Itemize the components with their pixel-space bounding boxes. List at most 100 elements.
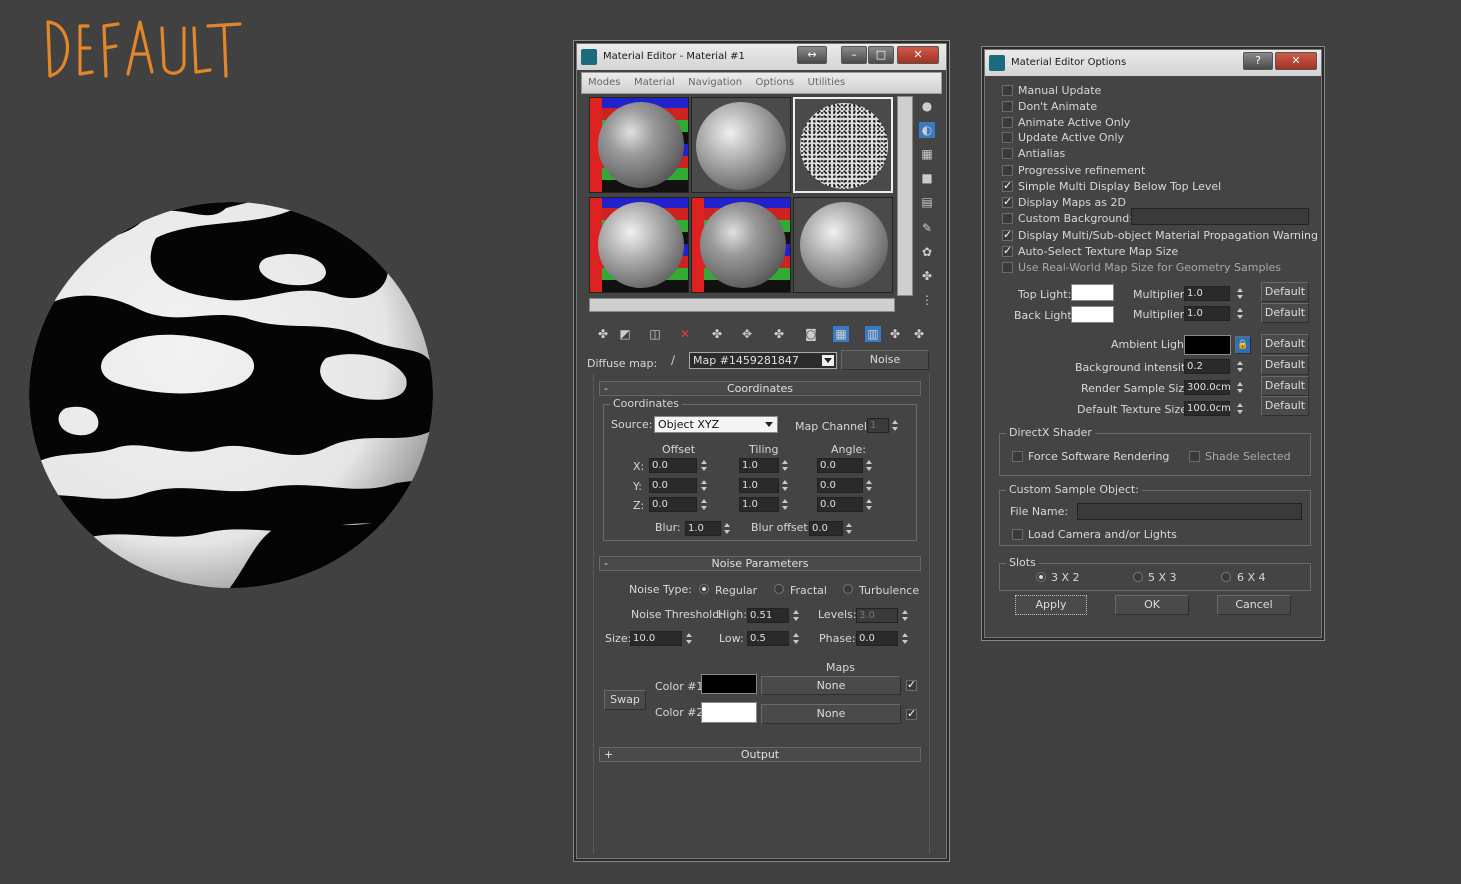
menu-options[interactable]: Options [756,77,795,88]
animate-active-only-checkbox[interactable] [1002,117,1013,128]
low-input[interactable]: 0.5 [747,631,789,646]
angle-z-spinner[interactable] [865,497,874,512]
phase-input[interactable]: 0.0 [856,631,898,646]
offset-z-spinner[interactable] [700,497,709,512]
help-button[interactable]: ? [1243,52,1273,70]
sample-slot-6[interactable] [793,197,893,293]
video-color-check-icon[interactable]: ▤ [919,194,935,210]
levels-spinner[interactable] [901,608,910,623]
reset-map-icon[interactable]: ✕ [677,326,693,342]
update-active-only-checkbox[interactable] [1002,132,1013,143]
top-multiplier-input[interactable]: 1.0 [1184,286,1230,301]
source-dropdown[interactable]: Object XYZ [654,416,778,433]
go-forward-to-sibling-icon[interactable]: ✤ [911,326,927,342]
slots-horizontal-scrollbar[interactable] [589,298,895,312]
get-material-icon[interactable]: ✤ [595,326,611,342]
custom-background-checkbox[interactable] [1002,213,1013,224]
make-unique-icon[interactable]: ✥ [739,326,755,342]
angle-z-input[interactable]: 0.0 [817,497,863,512]
material-id-channel-icon[interactable]: ◙ [803,326,819,342]
cancel-button[interactable]: Cancel [1217,595,1291,615]
options-titlebar[interactable]: Material Editor Options ? ✕ [985,50,1321,76]
expand-icon[interactable]: ↔ [797,46,827,64]
render-sample-size-input[interactable]: 300.0cm [1184,380,1231,395]
noise-type-fractal-radio[interactable] [774,584,784,594]
offset-z-input[interactable]: 0.0 [649,497,697,512]
render-sample-size-spinner[interactable] [1236,380,1245,395]
slots-6x4-radio[interactable] [1221,572,1231,582]
simple-multi-display-checkbox[interactable] [1002,179,1013,192]
tiling-z-input[interactable]: 1.0 [739,497,779,512]
bg-intensity-input[interactable]: 0.2 [1184,359,1230,374]
sample-slot-1[interactable] [589,97,689,193]
show-end-result-icon[interactable]: ▥ [865,326,881,342]
top-light-swatch[interactable] [1071,284,1114,301]
options-icon[interactable]: ✿ [919,244,935,260]
high-spinner[interactable] [792,608,801,623]
sample-slot-5[interactable] [691,197,791,293]
real-world-map-size-checkbox[interactable] [1002,262,1013,273]
map-type-button[interactable]: Noise [841,350,929,370]
material-editor-titlebar[interactable]: Material Editor - Material #1 ↔ – □ ✕ [577,44,946,70]
put-to-library-icon[interactable]: ✤ [771,326,787,342]
close-button[interactable]: ✕ [897,46,939,64]
tiling-z-spinner[interactable] [781,497,790,512]
render-sample-default-button[interactable]: Default [1261,376,1309,396]
put-material-icon[interactable]: ◩ [617,326,633,342]
go-to-parent-icon[interactable]: ✤ [887,326,903,342]
slots-5x3-radio[interactable] [1133,572,1143,582]
shade-selected-checkbox[interactable] [1189,451,1200,462]
low-spinner[interactable] [792,631,801,646]
angle-x-input[interactable]: 0.0 [817,458,863,473]
color2-map-button[interactable]: None [761,704,901,724]
backlight-icon[interactable]: ◐ [919,122,935,138]
default-texture-size-spinner[interactable] [1236,401,1245,416]
offset-x-input[interactable]: 0.0 [649,458,697,473]
assign-material-icon[interactable]: ◫ [647,326,663,342]
antialias-checkbox[interactable] [1002,148,1013,159]
tiling-x-input[interactable]: 1.0 [739,458,779,473]
color1-swatch[interactable] [701,674,757,694]
menu-navigation[interactable]: Navigation [688,77,742,88]
noise-type-regular-radio[interactable] [699,584,709,594]
color2-map-checkbox[interactable] [906,707,917,720]
sample-slot-3-active[interactable] [793,97,893,193]
map-channel-input[interactable]: 1 [867,418,889,433]
load-camera-lights-checkbox[interactable] [1012,529,1023,540]
swap-button[interactable]: Swap [604,690,646,710]
blur-offset-input[interactable]: 0.0 [809,521,843,536]
blur-spinner[interactable] [723,521,732,536]
slots-3x2-radio[interactable] [1036,572,1046,582]
top-multiplier-spinner[interactable] [1236,286,1245,301]
high-input[interactable]: 0.51 [747,608,789,623]
minimize-button[interactable]: – [841,46,867,64]
make-copy-icon[interactable]: ✤ [709,326,725,342]
menu-utilities[interactable]: Utilities [808,77,846,88]
auto-select-texture-size-checkbox[interactable] [1002,244,1013,257]
maximize-button[interactable]: □ [868,46,894,64]
dont-animate-checkbox[interactable] [1002,101,1013,112]
lock-icon[interactable]: 🔒 [1235,336,1251,354]
color2-swatch[interactable] [701,702,757,723]
sample-slot-4[interactable] [589,197,689,293]
propagation-warning-checkbox[interactable] [1002,228,1013,241]
ambient-default-button[interactable]: Default [1261,334,1309,354]
top-light-default-button[interactable]: Default [1261,282,1309,302]
tiling-x-spinner[interactable] [781,458,790,473]
progressive-refinement-checkbox[interactable] [1002,165,1013,176]
color1-map-button[interactable]: None [761,676,901,695]
noise-parameters-rollout-header[interactable]: - Noise Parameters [599,556,921,571]
file-name-field[interactable] [1077,503,1302,520]
bg-intensity-default-button[interactable]: Default [1261,355,1309,375]
slots-vertical-scrollbar[interactable] [897,96,913,296]
blur-input[interactable]: 1.0 [685,521,721,536]
pick-material-icon[interactable]: ∕ [665,352,681,368]
map-channel-spinner[interactable] [891,418,900,433]
levels-input[interactable]: 3.0 [856,608,898,623]
color1-map-checkbox[interactable] [906,678,917,691]
angle-x-spinner[interactable] [865,458,874,473]
coordinates-rollout-header[interactable]: - Coordinates [599,381,921,396]
angle-y-spinner[interactable] [865,478,874,493]
back-multiplier-input[interactable]: 1.0 [1184,306,1230,321]
background-icon[interactable]: ▦ [919,146,935,162]
